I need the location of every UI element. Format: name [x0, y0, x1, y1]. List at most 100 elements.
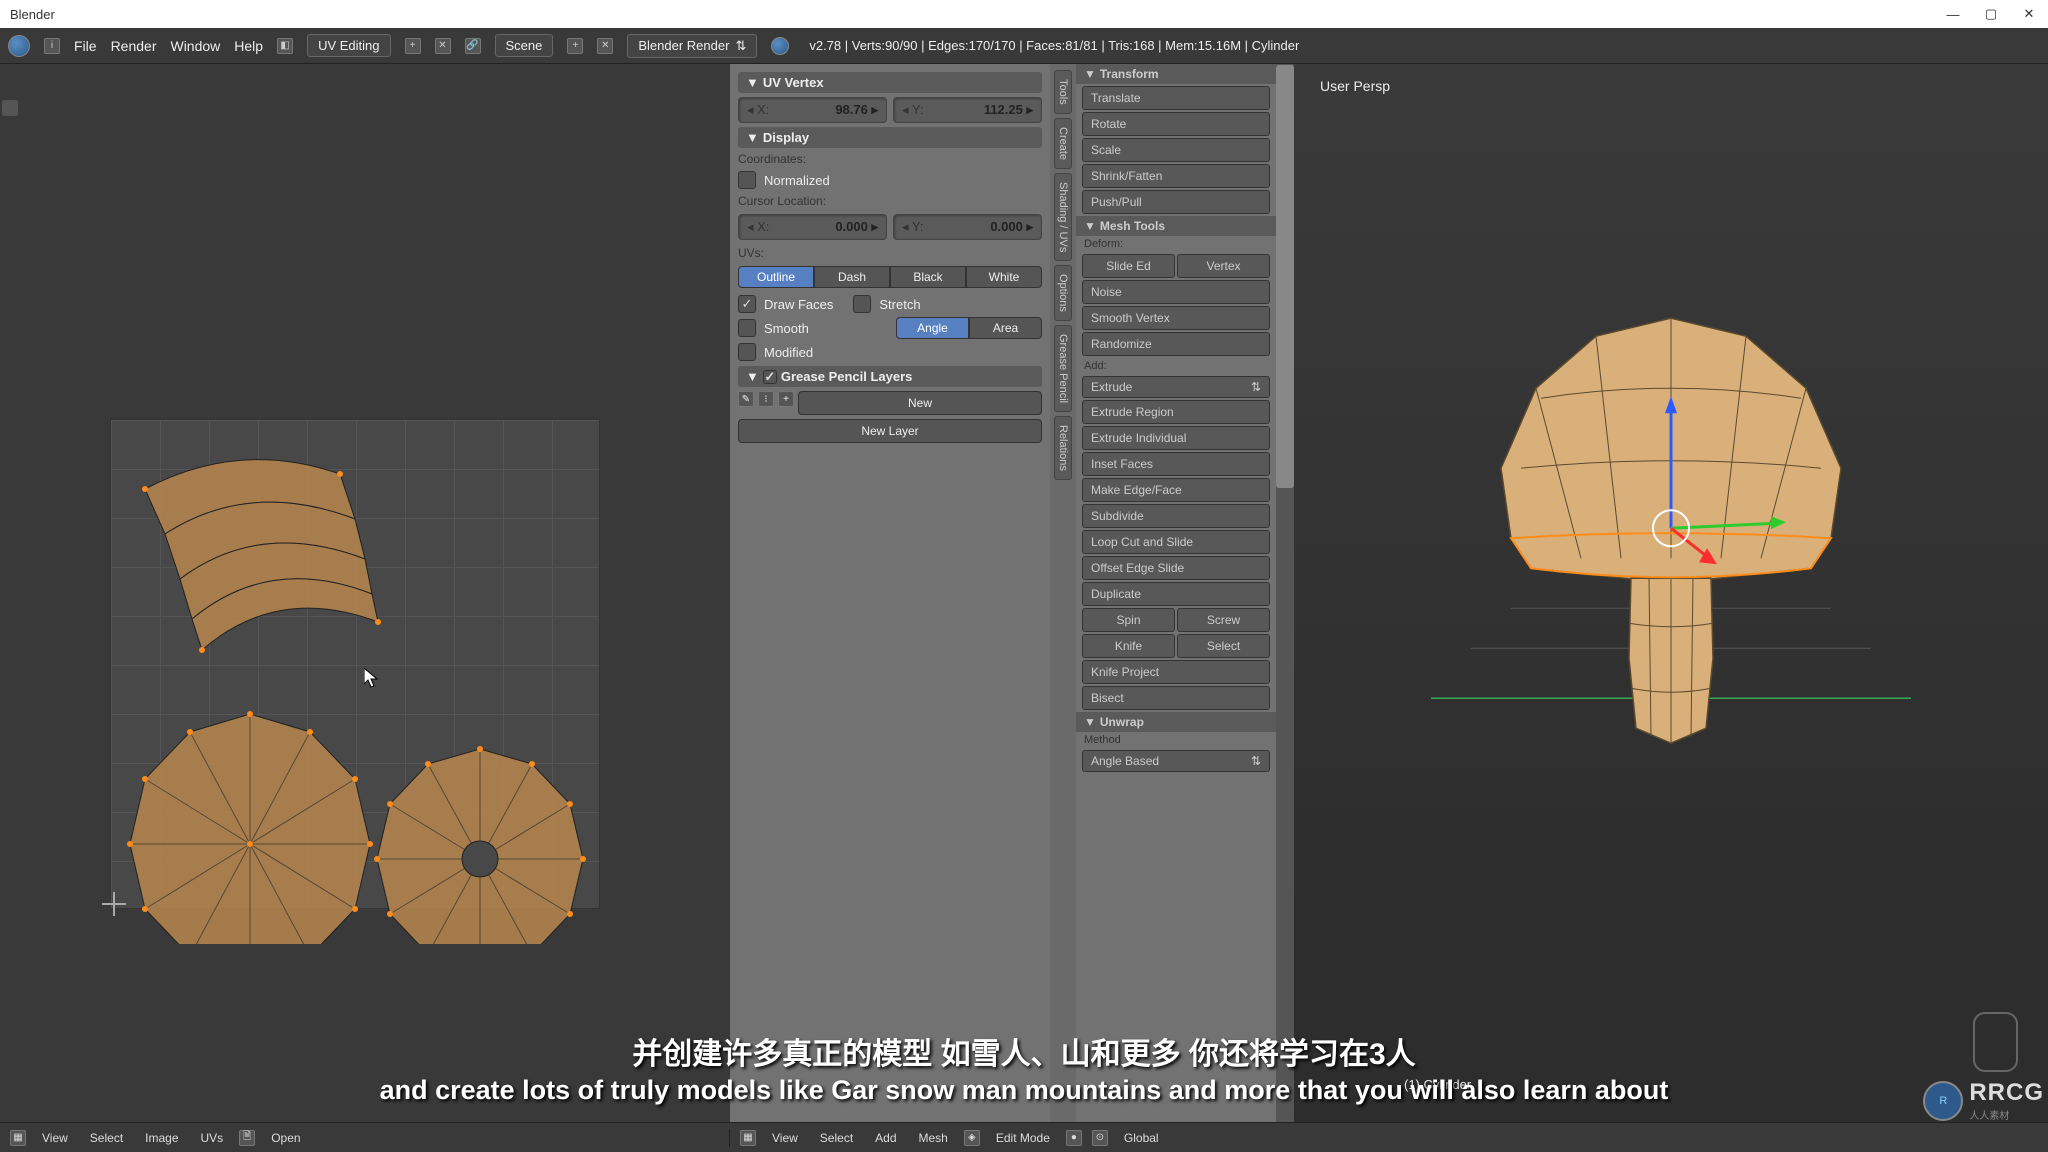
noise-button[interactable]: Noise	[1082, 280, 1270, 304]
maximize-button[interactable]: ▢	[1982, 5, 2000, 23]
screw-button[interactable]: Screw	[1177, 608, 1270, 632]
menu-window[interactable]: Window	[170, 38, 220, 54]
uv-y-field[interactable]: ◂ Y:112.25 ▸	[893, 97, 1042, 123]
3d-viewport[interactable]: User Persp	[1294, 64, 2048, 1122]
subdivide-button[interactable]: Subdivide	[1082, 504, 1270, 528]
smooth-vertex-button[interactable]: Smooth Vertex	[1082, 306, 1270, 330]
tab-shading-uvs[interactable]: Shading / UVs	[1054, 173, 1072, 261]
pivot-icon[interactable]: ⊙	[1092, 1130, 1108, 1146]
rotate-button[interactable]: Rotate	[1082, 112, 1270, 136]
2d-cursor-icon	[102, 892, 126, 916]
3d-mesh-menu[interactable]: Mesh	[913, 1129, 954, 1147]
modified-checkbox[interactable]	[738, 343, 756, 361]
extrude-individual-button[interactable]: Extrude Individual	[1082, 426, 1270, 450]
unwrap-method-dropdown[interactable]: Angle Based⇅	[1082, 750, 1270, 772]
unwrap-header[interactable]: ▼ Unwrap	[1076, 712, 1276, 732]
orientation-dropdown[interactable]: Global	[1118, 1129, 1165, 1147]
tab-relations[interactable]: Relations	[1054, 416, 1072, 480]
area-btn[interactable]: Area	[969, 317, 1042, 339]
menu-help[interactable]: Help	[234, 38, 263, 54]
translate-button[interactable]: Translate	[1082, 86, 1270, 110]
loop-cut-button[interactable]: Loop Cut and Slide	[1082, 530, 1270, 554]
minimize-button[interactable]: —	[1944, 5, 1962, 23]
add-gp-button[interactable]: +	[778, 391, 794, 407]
add-layout-button[interactable]: +	[405, 38, 421, 54]
remove-layout-button[interactable]: ✕	[435, 38, 451, 54]
stretch-checkbox[interactable]	[853, 295, 871, 313]
info-splash-icon[interactable]: i	[44, 38, 60, 54]
transform-header[interactable]: ▼ Transform	[1076, 64, 1276, 84]
dropper-icon[interactable]: ⁝	[758, 391, 774, 407]
slide-vertex-button[interactable]: Vertex	[1177, 254, 1270, 278]
uv-open-button[interactable]: Open	[265, 1129, 306, 1147]
blender-icon[interactable]	[8, 35, 30, 57]
close-button[interactable]: ✕	[2020, 5, 2038, 23]
make-edge-face-button[interactable]: Make Edge/Face	[1082, 478, 1270, 502]
engine-dropdown[interactable]: Blender Render ⇅	[627, 34, 757, 58]
menu-file[interactable]: File	[74, 38, 97, 54]
tab-options[interactable]: Options	[1054, 265, 1072, 321]
angle-btn[interactable]: Angle	[896, 317, 969, 339]
tab-create[interactable]: Create	[1054, 118, 1072, 169]
menu-render[interactable]: Render	[111, 38, 157, 54]
tshelf-scrollbar[interactable]	[1276, 64, 1294, 1122]
mesh-tools-header[interactable]: ▼ Mesh Tools	[1076, 216, 1276, 236]
uv-draw-mode[interactable]: Outline Dash Black White	[738, 266, 1042, 288]
scale-button[interactable]: Scale	[1082, 138, 1270, 162]
scene-dropdown[interactable]: Scene	[495, 34, 554, 57]
knife-button[interactable]: Knife	[1082, 634, 1175, 658]
pushpull-button[interactable]: Push/Pull	[1082, 190, 1270, 214]
shrink-button[interactable]: Shrink/Fatten	[1082, 164, 1270, 188]
uv-select-menu[interactable]: Select	[84, 1129, 129, 1147]
extrude-region-button[interactable]: Extrude Region	[1082, 400, 1270, 424]
3d-add-menu[interactable]: Add	[869, 1129, 902, 1147]
layout-value: UV Editing	[318, 38, 379, 53]
display-header[interactable]: ▼ Display	[738, 127, 1042, 148]
mode-dropdown[interactable]: Edit Mode	[990, 1129, 1056, 1147]
tab-tools[interactable]: Tools	[1054, 70, 1072, 114]
uv-image-menu[interactable]: Image	[139, 1129, 184, 1147]
image-new-icon[interactable]: 🗎	[239, 1130, 255, 1146]
uv-editor[interactable]	[0, 64, 730, 1122]
new-layer-button[interactable]: New Layer	[738, 419, 1042, 443]
scene-link-icon[interactable]: 🔗	[465, 38, 481, 54]
uv-view-menu[interactable]: View	[36, 1129, 74, 1147]
layout-dropdown[interactable]: UV Editing	[307, 34, 390, 57]
pencil-icon[interactable]: ✎	[738, 391, 754, 407]
uv-x-field[interactable]: ◂ X:98.76 ▸	[738, 97, 887, 123]
smooth-checkbox[interactable]	[738, 319, 756, 337]
knife-select-button[interactable]: Select	[1177, 634, 1270, 658]
remove-scene-button[interactable]: ✕	[597, 38, 613, 54]
stretch-label: Stretch	[879, 297, 920, 312]
cursor-y-field[interactable]: ◂ Y:0.000 ▸	[893, 214, 1042, 240]
spin-button[interactable]: Spin	[1082, 608, 1175, 632]
bisect-button[interactable]: Bisect	[1082, 686, 1270, 710]
uv-uvs-menu[interactable]: UVs	[195, 1129, 230, 1147]
engine-value: Blender Render	[638, 38, 729, 53]
editor-type-icon[interactable]: ▦	[10, 1130, 26, 1146]
tool-tabs: Tools Create Shading / UVs Options Greas…	[1050, 64, 1076, 1122]
3d-select-menu[interactable]: Select	[814, 1129, 859, 1147]
editor-type-3d-icon[interactable]: ▦	[740, 1130, 756, 1146]
3d-view-menu[interactable]: View	[766, 1129, 804, 1147]
toolshelf-toggle-icon[interactable]	[2, 100, 18, 116]
cursor-x-field[interactable]: ◂ X:0.000 ▸	[738, 214, 887, 240]
randomize-button[interactable]: Randomize	[1082, 332, 1270, 356]
extrude-dropdown[interactable]: Extrude⇅	[1082, 376, 1270, 398]
mode-icon[interactable]: ◈	[964, 1130, 980, 1146]
shading-icon[interactable]: ●	[1066, 1130, 1082, 1146]
offset-edge-button[interactable]: Offset Edge Slide	[1082, 556, 1270, 580]
back-to-previous-icon[interactable]: ◧	[277, 38, 293, 54]
add-scene-button[interactable]: +	[567, 38, 583, 54]
smooth-label: Smooth	[764, 321, 809, 336]
normalized-checkbox[interactable]	[738, 171, 756, 189]
draw-faces-checkbox[interactable]	[738, 295, 756, 313]
tab-grease-pencil[interactable]: Grease Pencil	[1054, 325, 1072, 412]
inset-button[interactable]: Inset Faces	[1082, 452, 1270, 476]
knife-project-button[interactable]: Knife Project	[1082, 660, 1270, 684]
new-gp-button[interactable]: New	[798, 391, 1042, 415]
slide-edge-button[interactable]: Slide Ed	[1082, 254, 1175, 278]
uv-vertex-header[interactable]: ▼ UV Vertex	[738, 72, 1042, 93]
duplicate-button[interactable]: Duplicate	[1082, 582, 1270, 606]
grease-header[interactable]: ▼ Grease Pencil Layers	[738, 366, 1042, 387]
